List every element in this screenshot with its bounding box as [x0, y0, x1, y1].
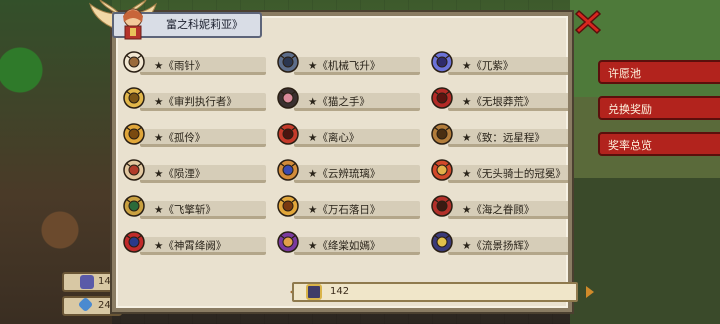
equipment-item[interactable]: ★《猫之手》	[270, 84, 420, 114]
gem-icon	[80, 275, 94, 289]
item-name: ★《审判执行者》	[154, 96, 237, 108]
equipment-item[interactable]: ★《雨针》	[116, 48, 266, 78]
item-name: ★《神霄绛阙》	[154, 240, 227, 252]
item-name: ★《雨针》	[154, 60, 206, 72]
collection-count: 142	[330, 286, 350, 297]
resource-count-1: 14	[98, 276, 111, 287]
hero-name: 富之科妮莉亚》	[166, 18, 243, 31]
equipment-item[interactable]: ★《万石落日》	[270, 192, 420, 222]
item-name: ★《海之眷顾》	[462, 204, 535, 216]
close-icon	[574, 9, 602, 35]
rate-overview-button[interactable]: 奖率总览	[598, 132, 720, 156]
wishing-pool-button[interactable]: 许愿池	[598, 60, 720, 84]
close-button[interactable]	[574, 8, 602, 36]
cross-sword-icon	[120, 192, 148, 220]
equipment-item[interactable]: ★《飞擎斩》	[116, 192, 266, 222]
equipment-item[interactable]: ★《机械飞升》	[270, 48, 420, 78]
shield-emblem-icon	[428, 228, 456, 256]
equipment-item[interactable]: ★《神霄绛阙》	[116, 228, 266, 258]
resource-count-2: 24	[98, 300, 111, 311]
orb-ring-icon	[274, 156, 302, 184]
equipment-collection-panel: ★《雨针》 ★《机械飞升》 ★《兀紫》 ★《审判执行者》 ★《猫之手》 ★《无垠莽荒》 ★《…	[112, 12, 572, 312]
item-name: ★《猫之手》	[308, 96, 370, 108]
gold-ring-icon	[120, 120, 148, 148]
equipment-item[interactable]: ★《流景扬辉》	[424, 228, 568, 258]
collection-token-icon	[306, 284, 322, 300]
bronze-helmet-icon	[428, 120, 456, 148]
exchange-reward-button[interactable]: 兑换奖励	[598, 96, 720, 120]
equipment-item[interactable]: ★《无头骑士的冠冕》	[424, 156, 568, 186]
meteor-staff-icon	[120, 156, 148, 184]
equipment-item[interactable]: ★《孤伶》	[116, 120, 266, 150]
equipment-item[interactable]: ★《审判执行者》	[116, 84, 266, 114]
item-name: ★《离心》	[308, 132, 360, 144]
equipment-item[interactable]: ★《无垠莽荒》	[424, 84, 568, 114]
red-blade-icon	[274, 120, 302, 148]
mech-wing-icon	[274, 48, 302, 76]
red-amulet-icon	[120, 228, 148, 256]
red-helmet-icon	[428, 84, 456, 112]
item-name: ★《机械飞升》	[308, 60, 381, 72]
item-name: ★《无头骑士的冠冕》	[462, 168, 566, 180]
golden-armor-icon	[120, 84, 148, 112]
item-name: ★《流景扬辉》	[462, 240, 535, 252]
right-scenery	[570, 0, 720, 324]
golden-bow-icon	[274, 192, 302, 220]
equipment-item[interactable]: ★《兀紫》	[424, 48, 568, 78]
hero-portrait-icon	[123, 8, 143, 40]
equipment-item[interactable]: ★《云辨琉璃》	[270, 156, 420, 186]
item-name: ★《绛棠如嫣》	[308, 240, 381, 252]
equipment-item[interactable]: ★《致：远星程》	[424, 120, 568, 150]
item-name: ★《陨湮》	[154, 168, 206, 180]
equipment-item[interactable]: ★《绛棠如嫣》	[270, 228, 420, 258]
crown-icon	[428, 156, 456, 184]
item-name: ★《万石落日》	[308, 204, 381, 216]
equipment-item[interactable]: ★《离心》	[270, 120, 420, 150]
wand-icon	[120, 48, 148, 76]
item-name: ★《致：远星程》	[462, 132, 545, 144]
item-name: ★《飞擎斩》	[154, 204, 216, 216]
flower-fan-icon	[274, 228, 302, 256]
equipment-item[interactable]: ★《陨湮》	[116, 156, 266, 186]
next-arrow-icon[interactable]	[586, 286, 594, 298]
equipment-item[interactable]: ★《海之眷顾》	[424, 192, 568, 222]
cat-paw-icon	[274, 84, 302, 112]
purple-crystal-icon	[428, 48, 456, 76]
trident-icon	[428, 192, 456, 220]
item-name: ★《云辨琉璃》	[308, 168, 381, 180]
item-name: ★《无垠莽荒》	[462, 96, 535, 108]
item-name: ★《兀紫》	[462, 60, 514, 72]
item-name: ★《孤伶》	[154, 132, 206, 144]
